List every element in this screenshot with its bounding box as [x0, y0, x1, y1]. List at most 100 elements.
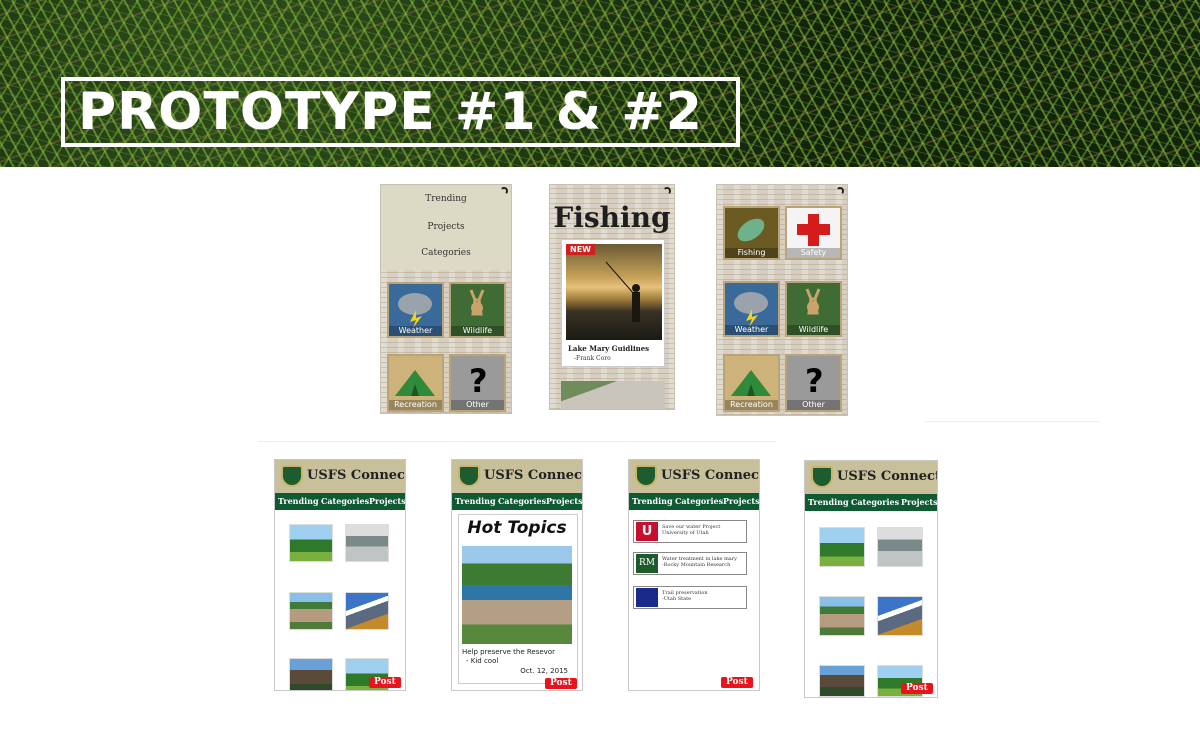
question-mark-icon: ?: [469, 362, 488, 400]
menu-item-trending[interactable]: Trending: [381, 194, 511, 204]
usfs-trending-screen-variant: USFS Connect Trending Categories Project…: [804, 460, 938, 698]
nav-bar: Trending Categories Projects: [275, 493, 405, 510]
banner-title: PROTOTYPE #1 & #2: [78, 82, 703, 142]
fishing-caption: Lake Mary Guidlines: [568, 344, 650, 353]
deer-icon: [805, 288, 821, 315]
usfs-shield-icon: [635, 465, 657, 487]
new-badge: NEW: [566, 244, 595, 255]
svg-text:?: ?: [805, 362, 824, 400]
thumb-dam[interactable]: [819, 596, 865, 636]
nav-projects[interactable]: Projects: [369, 496, 405, 506]
project-org: -Utah State: [662, 596, 692, 602]
project-text: Save our water Project University of Utah: [662, 524, 720, 536]
thumb-tree[interactable]: [289, 524, 333, 562]
nav-projects[interactable]: Projects: [546, 496, 582, 506]
post-button[interactable]: Post: [721, 677, 753, 688]
divider: [258, 441, 776, 442]
nav-trending[interactable]: Trending: [455, 496, 496, 506]
hot-topics-title: Hot Topics: [467, 518, 567, 538]
thumb-tree[interactable]: [819, 527, 865, 567]
menu-item-categories[interactable]: Categories: [381, 248, 511, 258]
deer-icon: [469, 289, 485, 316]
nav-categories[interactable]: Categories: [675, 496, 723, 506]
thumb-fish[interactable]: [877, 527, 923, 567]
project-logo-rm: RM: [636, 554, 658, 573]
fisherman-photo: [566, 244, 662, 340]
project-text: Water treatment in lake mary -Rocky Mount…: [662, 556, 737, 568]
tent-icon: [395, 370, 435, 396]
svg-text:?: ?: [469, 362, 488, 400]
tile-safety[interactable]: Safety: [785, 206, 842, 260]
fish-icon: [737, 218, 765, 242]
nav-trending[interactable]: Trending: [808, 497, 849, 507]
fishing-title: Fishing: [553, 201, 671, 234]
thumb-mountain[interactable]: [345, 592, 389, 630]
tile-wildlife-label: Wildlife: [451, 326, 504, 336]
menu-item-projects[interactable]: Projects: [381, 222, 511, 232]
question-mark-icon: ?: [805, 362, 824, 400]
nav-categories[interactable]: Categories: [851, 497, 899, 507]
red-cross-icon: [797, 214, 830, 246]
project-text: Trail preservation -Utah State: [662, 590, 708, 602]
app-title: USFS Connect: [837, 469, 938, 484]
hot-topic-author: - Kid cool: [466, 657, 499, 665]
proto1-categories-screen: Fishing Safety Weather Wildlife Recreati…: [716, 184, 848, 416]
tile-weather[interactable]: Weather: [723, 281, 780, 337]
project-org: -Rocky Mountain Research: [662, 562, 731, 568]
nav-bar: Trending Categories Projects: [452, 493, 582, 510]
tile-fishing[interactable]: Fishing: [723, 206, 780, 260]
project-org: University of Utah: [662, 530, 709, 536]
tile-safety-label: Safety: [787, 248, 840, 258]
app-title: USFS Connect: [307, 468, 406, 483]
post-button[interactable]: Post: [901, 683, 933, 694]
cloud-lightning-icon: [734, 292, 768, 327]
thumb-fish[interactable]: [345, 524, 389, 562]
tile-recreation[interactable]: Recreation: [387, 354, 444, 412]
thumb-canyon[interactable]: [289, 658, 333, 690]
app-title: USFS Connect: [484, 468, 583, 483]
tile-weather-label: Weather: [389, 326, 442, 336]
tile-recreation[interactable]: Recreation: [723, 354, 780, 412]
tile-wildlife[interactable]: Wildlife: [785, 281, 842, 337]
thumb-dam[interactable]: [289, 592, 333, 630]
next-post-preview[interactable]: [561, 381, 665, 409]
tile-wildlife[interactable]: Wildlife: [449, 282, 506, 338]
tile-other[interactable]: ? Other: [785, 354, 842, 412]
tile-other-label: Other: [451, 400, 504, 410]
nav-categories[interactable]: Categories: [498, 496, 546, 506]
fishing-post-card[interactable]: NEW Lake Mary Guidlines -Frank Coro: [561, 239, 665, 367]
tile-fishing-label: Fishing: [725, 248, 778, 258]
tile-other[interactable]: ? Other: [449, 354, 506, 412]
project-logo-u: U: [636, 522, 658, 541]
nav-trending[interactable]: Trending: [632, 496, 673, 506]
tile-weather-label: Weather: [725, 325, 778, 335]
app-header: USFS Connect: [275, 460, 405, 493]
project-row[interactable]: Trail preservation -Utah State: [633, 586, 747, 609]
fisherman-silhouette-icon: [605, 261, 640, 322]
post-button[interactable]: Post: [369, 677, 401, 688]
usfs-shield-icon: [458, 465, 480, 487]
proto1-fishing-screen: Fishing NEW Lake Mary Guidlines -Frank C…: [549, 184, 675, 410]
nav-trending[interactable]: Trending: [278, 496, 319, 506]
hot-topic-caption: Help preserve the Resevor: [462, 648, 555, 656]
project-row[interactable]: RM Water treatment in lake mary -Rocky Mo…: [633, 552, 747, 575]
hot-topic-date: Oct. 12, 2015: [520, 667, 568, 675]
tile-weather[interactable]: Weather: [387, 282, 444, 338]
nav-projects[interactable]: Projects: [901, 497, 937, 507]
usfs-hot-topics-screen: USFS Connect Trending Categories Project…: [451, 459, 583, 691]
nav-projects[interactable]: Projects: [723, 496, 759, 506]
thumb-mountain[interactable]: [877, 596, 923, 636]
cloud-lightning-icon: [398, 293, 432, 328]
app-title: USFS Connect: [661, 468, 760, 483]
page-curl-icon: [663, 187, 671, 195]
divider: [925, 421, 1100, 422]
tile-recreation-label: Recreation: [725, 400, 778, 410]
usfs-shield-icon: [281, 465, 303, 487]
tile-recreation-label: Recreation: [389, 400, 442, 410]
nav-categories[interactable]: Categories: [321, 496, 369, 506]
post-button[interactable]: Post: [545, 678, 577, 689]
thumb-canyon[interactable]: [819, 665, 865, 697]
project-row[interactable]: U Save our water Project University of Ut…: [633, 520, 747, 543]
nav-bar: Trending Categories Projects: [629, 493, 759, 510]
app-header: USFS Connect: [629, 460, 759, 493]
